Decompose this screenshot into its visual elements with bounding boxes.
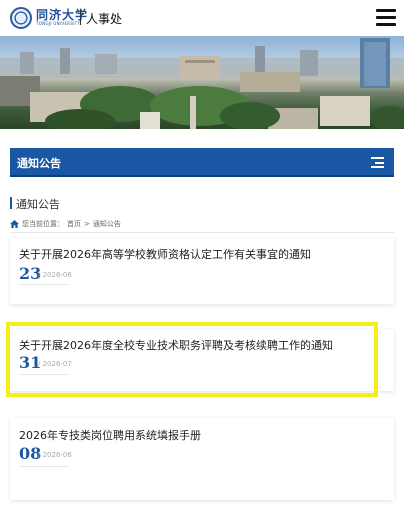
notice-title[interactable]: 关于开展2026年高等学校教师资格认定工作有关事宜的通知 [19,246,311,262]
hamburger-menu-icon[interactable] [376,9,396,26]
department-name[interactable]: 人事处 [86,10,122,27]
university-emblem-icon[interactable] [10,7,32,29]
page-title: 通知公告 [16,198,60,211]
breadcrumb-home-link[interactable]: 首页 [67,219,81,229]
divider [10,232,394,233]
home-icon [10,220,19,228]
notice-divider [19,374,69,375]
notice-item[interactable]: 关于开展2026年高等学校教师资格认定工作有关事宜的通知 23 / 2026-0… [10,238,394,304]
section-title: 通知公告 [17,157,61,170]
list-menu-icon[interactable] [371,157,384,168]
notice-year-month: / 2026-06 [38,451,72,459]
heading-accent-bar [10,197,12,209]
notice-title[interactable]: 关于开展2026年度全校专业技术职务评聘及考核续聘工作的通知 [19,337,333,353]
notice-divider [19,284,69,285]
notice-item[interactable]: 关于开展2026年度全校专业技术职务评聘及考核续聘工作的通知 31 / 2026… [10,329,394,391]
section-title-bar: 通知公告 [10,148,394,177]
breadcrumb-separator: > [84,220,90,228]
breadcrumb: 您当前位置： 首页 > 通知公告 [10,219,121,229]
breadcrumb-current: 通知公告 [92,220,121,228]
site-header: 同济大学 TONGJI UNIVERSITY 人事处 [0,0,404,36]
breadcrumb-prefix: 您当前位置： [22,220,64,228]
notice-year-month: / 2026-07 [38,360,72,368]
university-name-en: TONGJI UNIVERSITY [36,21,81,26]
campus-banner [0,36,404,129]
notice-item[interactable]: 2026年专技类岗位聘用系统填报手册 08 / 2026-06 [10,418,394,500]
notice-title[interactable]: 2026年专技类岗位聘用系统填报手册 [19,427,201,443]
campus-skyline [0,38,404,129]
notice-divider [19,466,69,467]
logo-divider [80,10,81,25]
notice-year-month: / 2026-06 [38,271,72,279]
